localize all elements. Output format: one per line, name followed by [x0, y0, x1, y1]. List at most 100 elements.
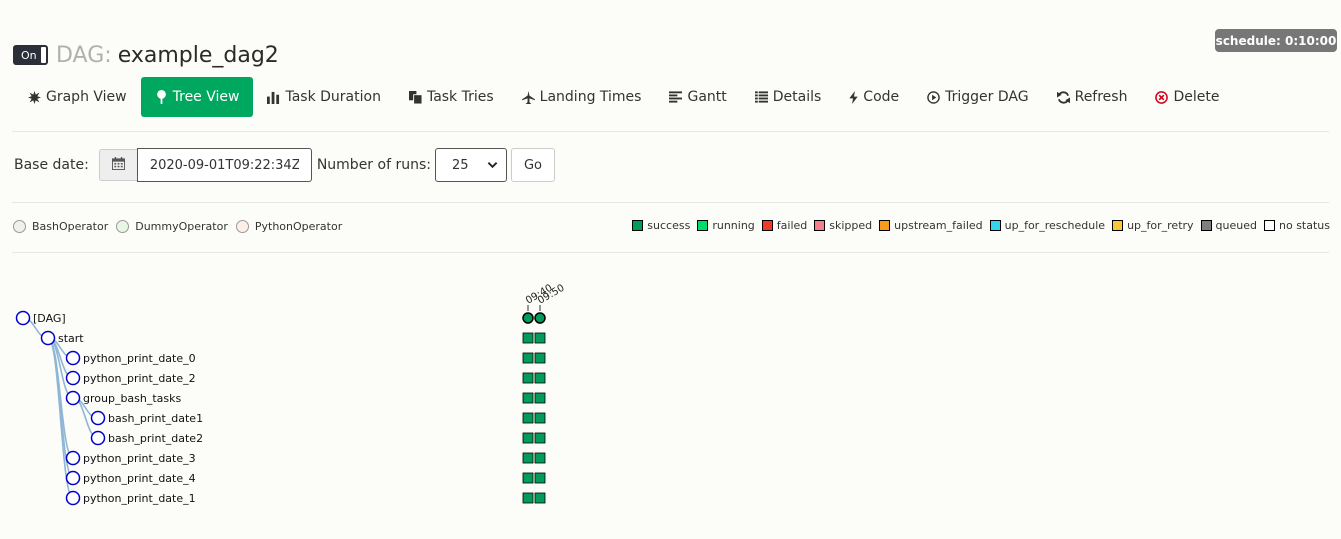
tab-graph-view[interactable]: Graph View [14, 77, 141, 117]
legend-label: queued [1215, 219, 1257, 232]
task-label[interactable]: bash_print_date1 [108, 412, 203, 425]
task-label[interactable]: python_print_date_3 [83, 452, 196, 465]
tree-view: [DAG] start python_print_date_0 python_prin… [15, 283, 566, 506]
task-label[interactable]: python_print_date_2 [83, 372, 196, 385]
state-color-swatch [879, 220, 891, 231]
legend-dummy-operator: DummyOperator [116, 220, 228, 233]
task-node[interactable] [90, 410, 106, 426]
task-label[interactable]: [DAG] [33, 312, 66, 325]
dag-run-circle[interactable] [522, 312, 534, 324]
task-instance-square[interactable] [522, 472, 534, 484]
task-node[interactable] [65, 490, 81, 506]
task-instance-square[interactable] [522, 372, 534, 384]
legend-running: running [697, 219, 755, 232]
dag-toggle[interactable]: On [13, 45, 48, 65]
task-node[interactable] [90, 430, 106, 446]
task-label[interactable]: group_bash_tasks [83, 392, 182, 405]
tab-task-duration[interactable]: Task Duration [253, 77, 394, 117]
task-node[interactable] [65, 470, 81, 486]
delete-circle-icon [1155, 90, 1169, 104]
plane-icon [521, 90, 535, 104]
legend-no-status: no status [1264, 219, 1330, 232]
tab-label: Details [772, 89, 822, 105]
task-node[interactable] [65, 350, 81, 366]
legend-queued: queued [1200, 219, 1257, 232]
task-node[interactable] [15, 310, 31, 326]
divider [12, 202, 1329, 203]
tab-tree-view[interactable]: Tree View [140, 77, 254, 117]
tab-landing-times[interactable]: Landing Times [508, 77, 656, 117]
dag-prefix: DAG: [56, 42, 112, 68]
legend-label: skipped [829, 219, 873, 232]
task-node[interactable] [65, 450, 81, 466]
task-instance-square[interactable] [522, 352, 534, 364]
task-instance-square[interactable] [534, 492, 546, 504]
task-instance-square[interactable] [534, 372, 546, 384]
task-instance-square[interactable] [534, 392, 546, 404]
task-instance-square[interactable] [534, 472, 546, 484]
tab-refresh[interactable]: Refresh [1043, 77, 1142, 117]
task-node[interactable] [40, 330, 56, 346]
tab-label: Task Tries [426, 89, 494, 105]
task-instance-square[interactable] [522, 432, 534, 444]
tab-trigger-dag[interactable]: Trigger DAG [913, 77, 1042, 117]
legend-upstream-failed: upstream_failed [879, 219, 983, 232]
schedule-badge: schedule: 0:10:00 [1215, 29, 1337, 52]
task-node[interactable] [65, 390, 81, 406]
legend-skipped: skipped [814, 219, 872, 232]
legend-label: BashOperator [32, 220, 109, 233]
bar-chart-icon [267, 91, 280, 104]
task-instance-square[interactable] [522, 392, 534, 404]
dag-name: example_dag2 [117, 42, 279, 68]
tab-code[interactable]: Code [835, 77, 913, 117]
tab-label: Tree View [172, 89, 240, 105]
operator-color-swatch [235, 220, 249, 233]
base-date-input[interactable] [136, 148, 312, 182]
task-instance-square[interactable] [522, 492, 534, 504]
task-instance-square[interactable] [534, 432, 546, 444]
go-button[interactable]: Go [510, 148, 555, 182]
task-label[interactable]: bash_print_date2 [108, 432, 203, 445]
tree-icon [155, 90, 168, 104]
task-instance-square[interactable] [534, 412, 546, 424]
tab-label: Gantt [687, 89, 727, 105]
calendar-button[interactable] [98, 149, 137, 181]
refresh-icon [1056, 90, 1070, 104]
runs-select-value: 25 [451, 158, 469, 173]
view-nav: Graph View Tree View Task Duration Task … [14, 77, 1233, 117]
runs-select[interactable]: 25 [434, 148, 507, 182]
legend-label: up_for_retry [1127, 219, 1194, 232]
state-color-swatch [632, 220, 644, 231]
dag-run-circle[interactable] [534, 312, 546, 324]
legend-up-for-retry: up_for_retry [1112, 219, 1194, 232]
task-instance-square[interactable] [534, 352, 546, 364]
task-label[interactable]: python_print_date_4 [83, 472, 196, 485]
legend-label: upstream_failed [894, 219, 983, 232]
state-color-swatch [697, 220, 709, 231]
toggle-knob [41, 47, 46, 63]
task-instance-square[interactable] [534, 452, 546, 464]
task-instance-square[interactable] [522, 412, 534, 424]
tab-details[interactable]: Details [741, 77, 836, 117]
tab-label: Graph View [46, 89, 127, 105]
tab-gantt[interactable]: Gantt [655, 77, 740, 117]
task-label[interactable]: python_print_date_0 [83, 352, 196, 365]
task-label[interactable]: python_print_date_1 [83, 492, 196, 505]
bolt-icon [849, 90, 858, 104]
task-instance-square[interactable] [534, 332, 546, 344]
tab-task-tries[interactable]: Task Tries [395, 77, 508, 117]
task-node[interactable] [65, 370, 81, 386]
legend-label: success [647, 219, 691, 232]
legend-up-for-reschedule: up_for_reschedule [989, 219, 1105, 232]
legend-label: DummyOperator [135, 220, 228, 233]
toggle-label: On [21, 49, 37, 62]
operator-color-swatch [116, 220, 130, 233]
state-color-swatch [1112, 220, 1124, 231]
legend-failed: failed [761, 219, 807, 232]
task-instance-square[interactable] [522, 452, 534, 464]
task-instance-square[interactable] [522, 332, 534, 344]
task-label[interactable]: start [58, 332, 84, 345]
play-circle-icon [927, 90, 940, 104]
run-date-label: 09:50 [536, 283, 566, 307]
tab-delete[interactable]: Delete [1141, 77, 1233, 117]
